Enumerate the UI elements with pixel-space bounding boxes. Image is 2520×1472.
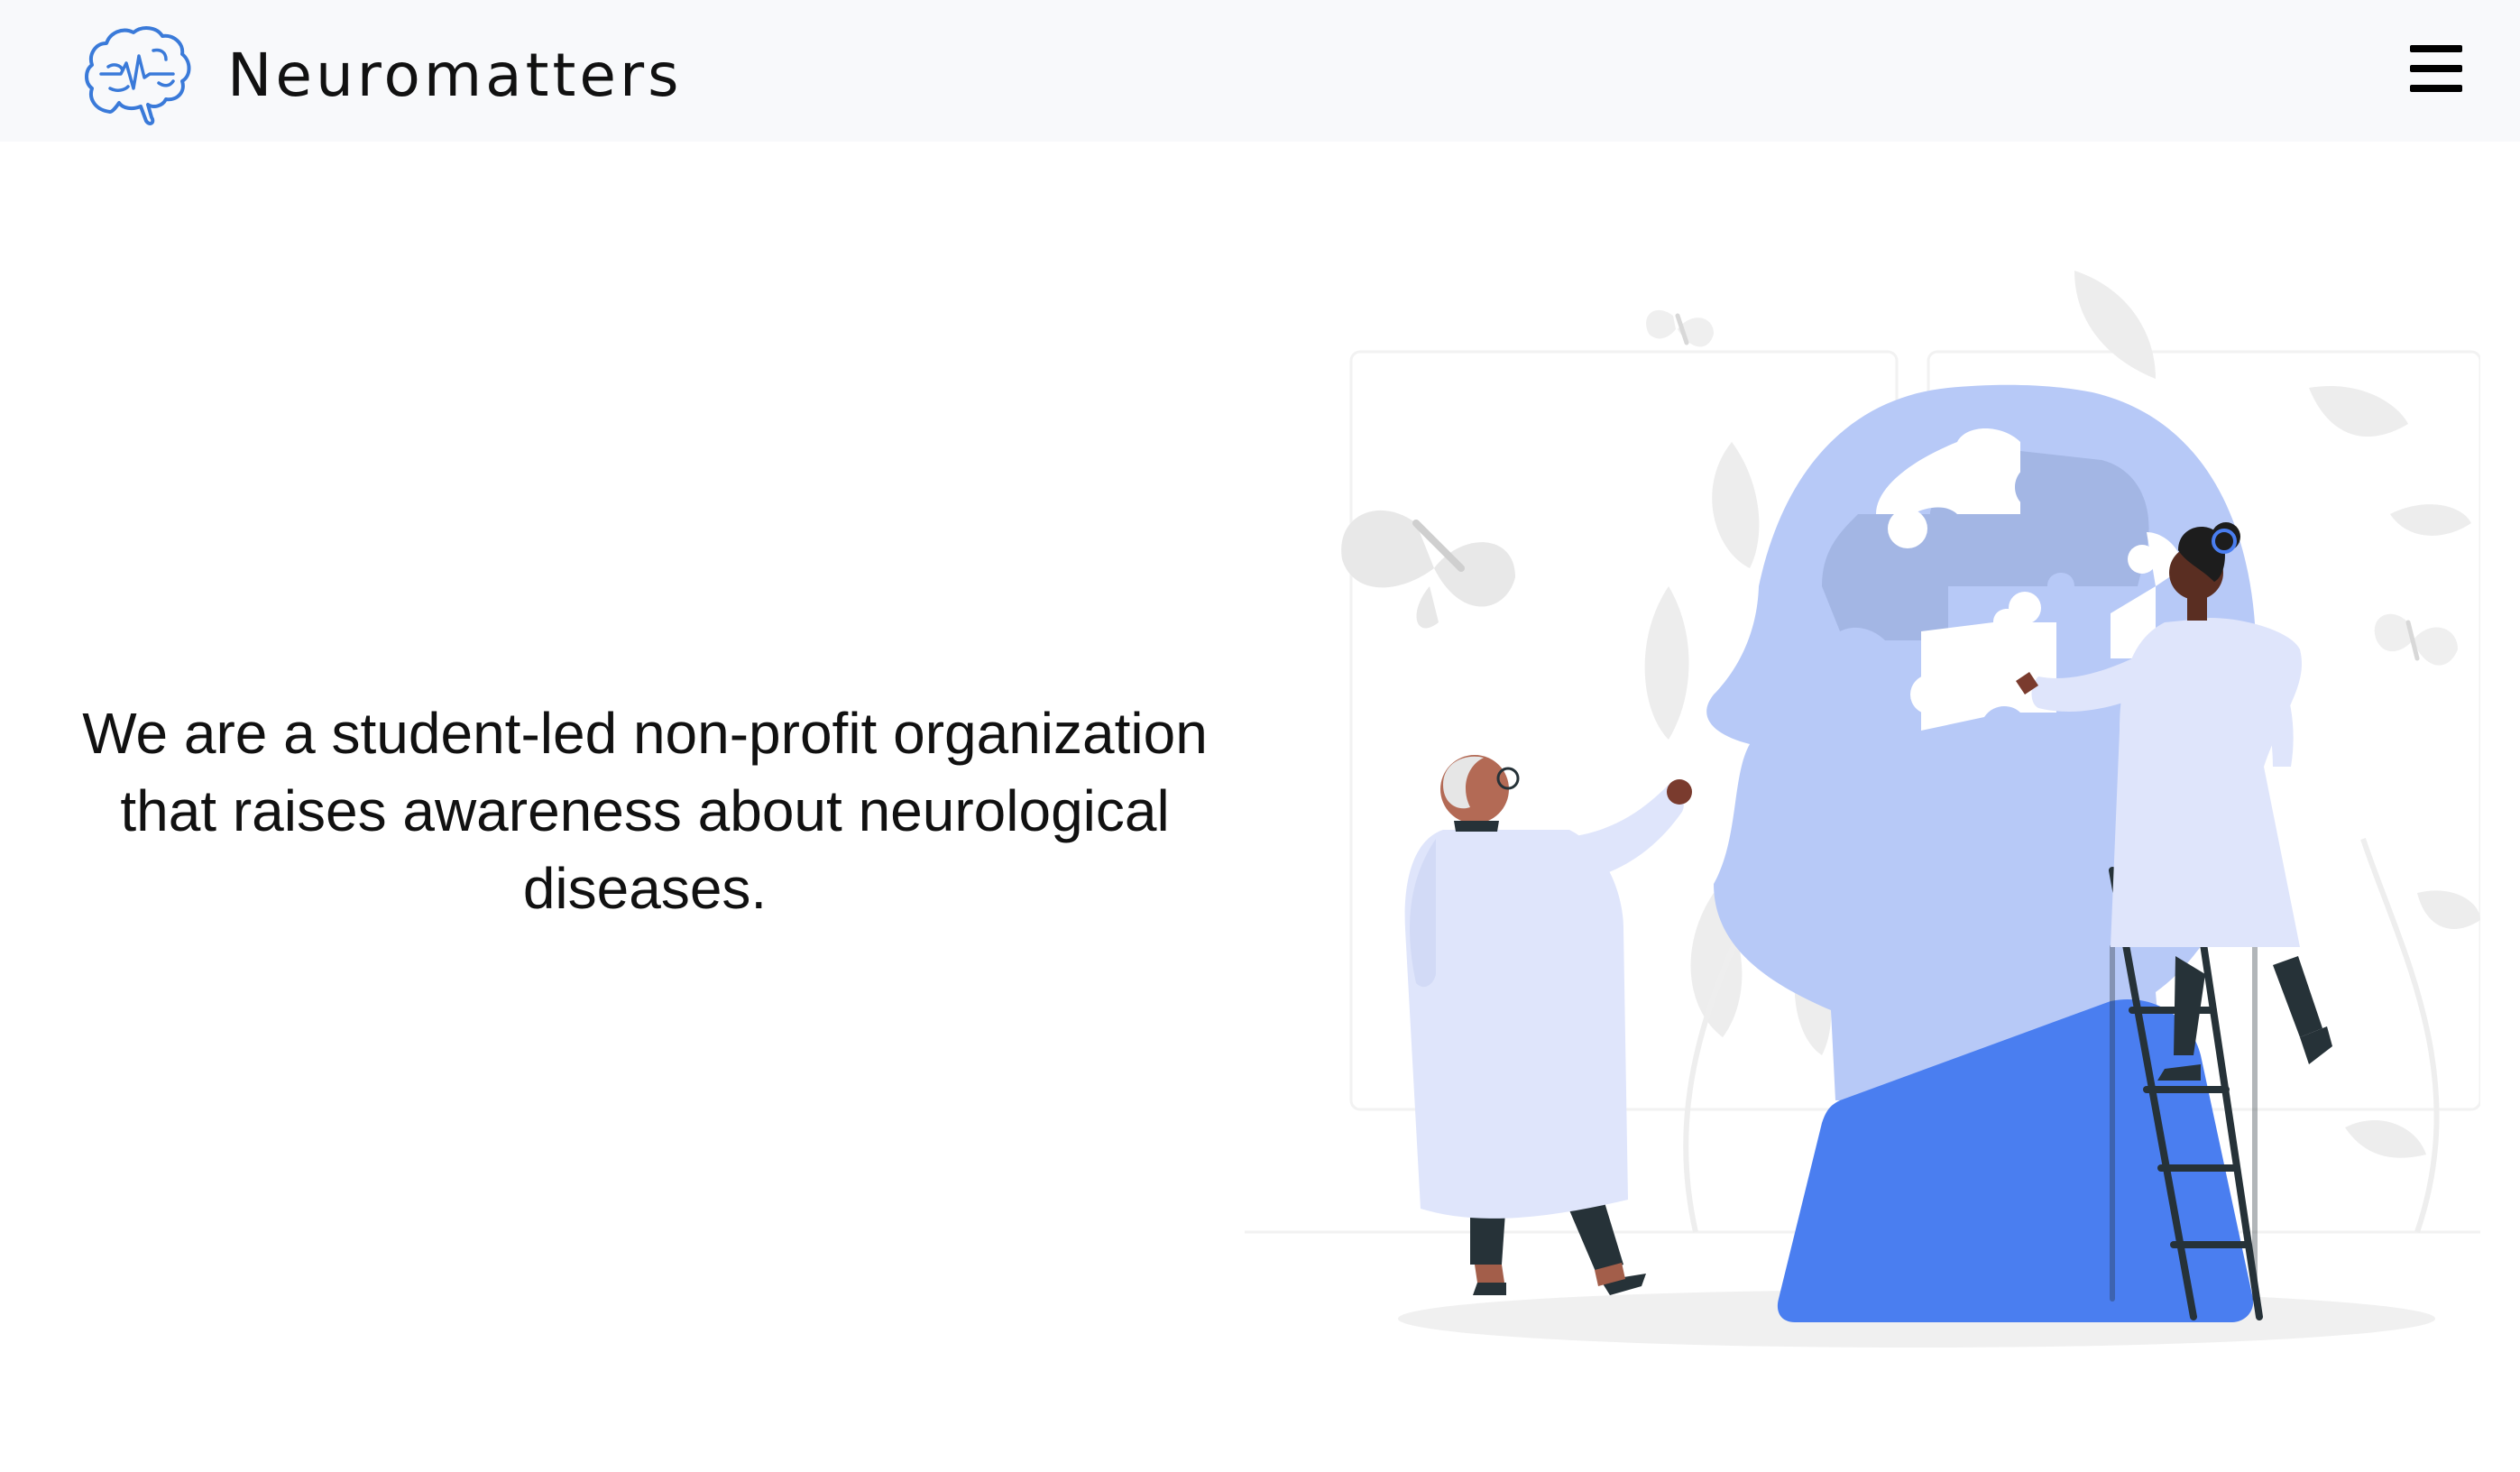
hero-tagline: We are a student-led non-profit organiza…	[82, 701, 1208, 921]
navbar: Neuromatters	[0, 0, 2520, 142]
hamburger-bar	[2410, 45, 2462, 52]
brain-heartbeat-icon	[85, 26, 191, 125]
butterfly-icon	[1341, 510, 1515, 629]
hamburger-bar	[2410, 85, 2462, 92]
page: Neuromatters We are a student-led non-pr…	[0, 0, 2520, 1472]
hamburger-bar	[2410, 65, 2462, 72]
scientists-puzzle-illustration	[1245, 271, 2480, 1348]
brand-name: Neuromatters	[227, 41, 683, 110]
butterfly-icon	[2374, 613, 2458, 666]
butterfly-icon	[1646, 309, 1714, 347]
scientist-male	[1404, 755, 1692, 1295]
brand-link[interactable]: Neuromatters	[83, 23, 683, 128]
hamburger-menu-icon[interactable]	[2410, 41, 2466, 96]
